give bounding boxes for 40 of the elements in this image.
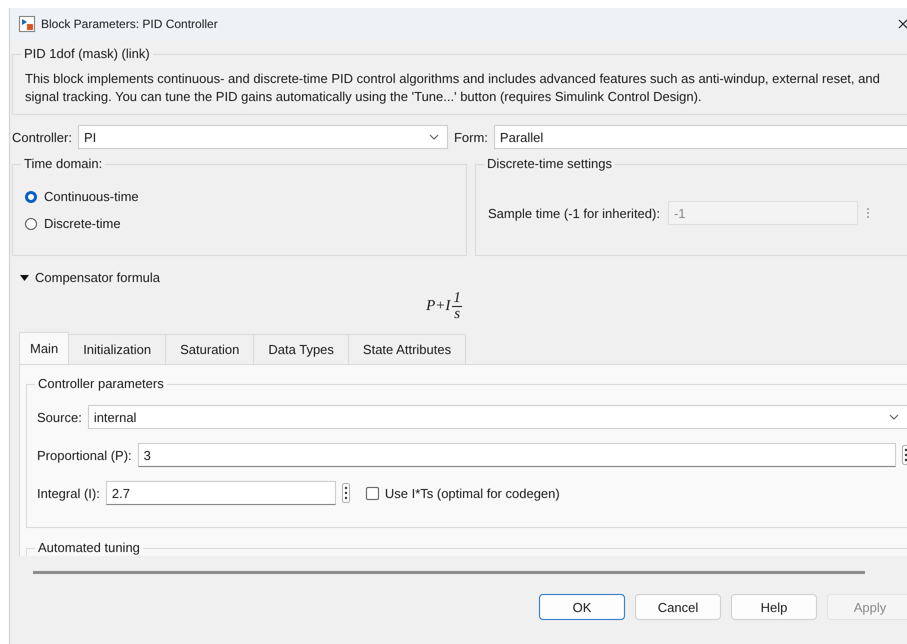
dialog-button[interactable]: Cancel xyxy=(635,594,721,620)
app-icon xyxy=(19,16,35,32)
tab[interactable]: State Attributes xyxy=(348,334,466,364)
horizontal-scrollbar[interactable] xyxy=(33,571,865,574)
close-icon[interactable] xyxy=(898,19,907,29)
fraction-denominator: s xyxy=(454,307,460,322)
source-dropdown[interactable]: internal xyxy=(88,405,907,429)
proportional-field[interactable]: 3 xyxy=(138,443,896,467)
radio-button[interactable] xyxy=(25,190,37,202)
checkbox-label: Use I*Ts (optimal for codegen) xyxy=(384,486,560,500)
fraction-numerator: 1 xyxy=(452,291,462,307)
form-dropdown[interactable]: Parallel xyxy=(494,125,907,149)
formula-terms: P+I xyxy=(426,298,450,315)
section-label: Compensator formula xyxy=(35,270,160,285)
group-legend: Time domain: xyxy=(21,156,106,171)
proportional-label: Proportional (P): xyxy=(37,448,132,462)
radio-label: Discrete-time xyxy=(44,216,121,231)
source-label: Source: xyxy=(37,410,82,424)
group-legend: Controller parameters xyxy=(35,376,167,391)
integral-label: Integral (I): xyxy=(37,486,100,500)
checkbox[interactable] xyxy=(366,486,379,500)
dialog-button[interactable]: OK xyxy=(539,594,625,620)
group-legend: PID 1dof (mask) (link) xyxy=(21,46,153,61)
controller-dropdown[interactable]: PI xyxy=(78,125,448,149)
radio-label: Continuous-time xyxy=(44,189,139,204)
window-title: Block Parameters: PID Controller xyxy=(41,17,218,31)
chevron-down-icon xyxy=(889,414,899,420)
triangle-down-icon[interactable] xyxy=(20,274,29,280)
sample-time-label: Sample time (-1 for inherited): xyxy=(488,206,660,220)
more-options-icon[interactable] xyxy=(342,483,350,503)
radio-button[interactable] xyxy=(25,218,37,230)
tab[interactable]: Main xyxy=(19,332,70,364)
integral-field[interactable]: 2.7 xyxy=(106,481,336,505)
controller-label: Controller: xyxy=(12,130,72,144)
form-label: Form: xyxy=(454,130,488,144)
dialog-button[interactable]: Help xyxy=(731,594,817,620)
group-legend: Discrete-time settings xyxy=(484,156,615,171)
group-legend: Automated tuning xyxy=(35,540,143,555)
block-description: This block implements continuous- and discrete-time PID control algorithms and includes advanced features such as anti-windup, external reset, and signal tracking. You can tune the PID gains automatically using the 'Tune...' button (requires Simulink Control Design). xyxy=(25,70,881,106)
chevron-down-icon xyxy=(428,134,439,140)
